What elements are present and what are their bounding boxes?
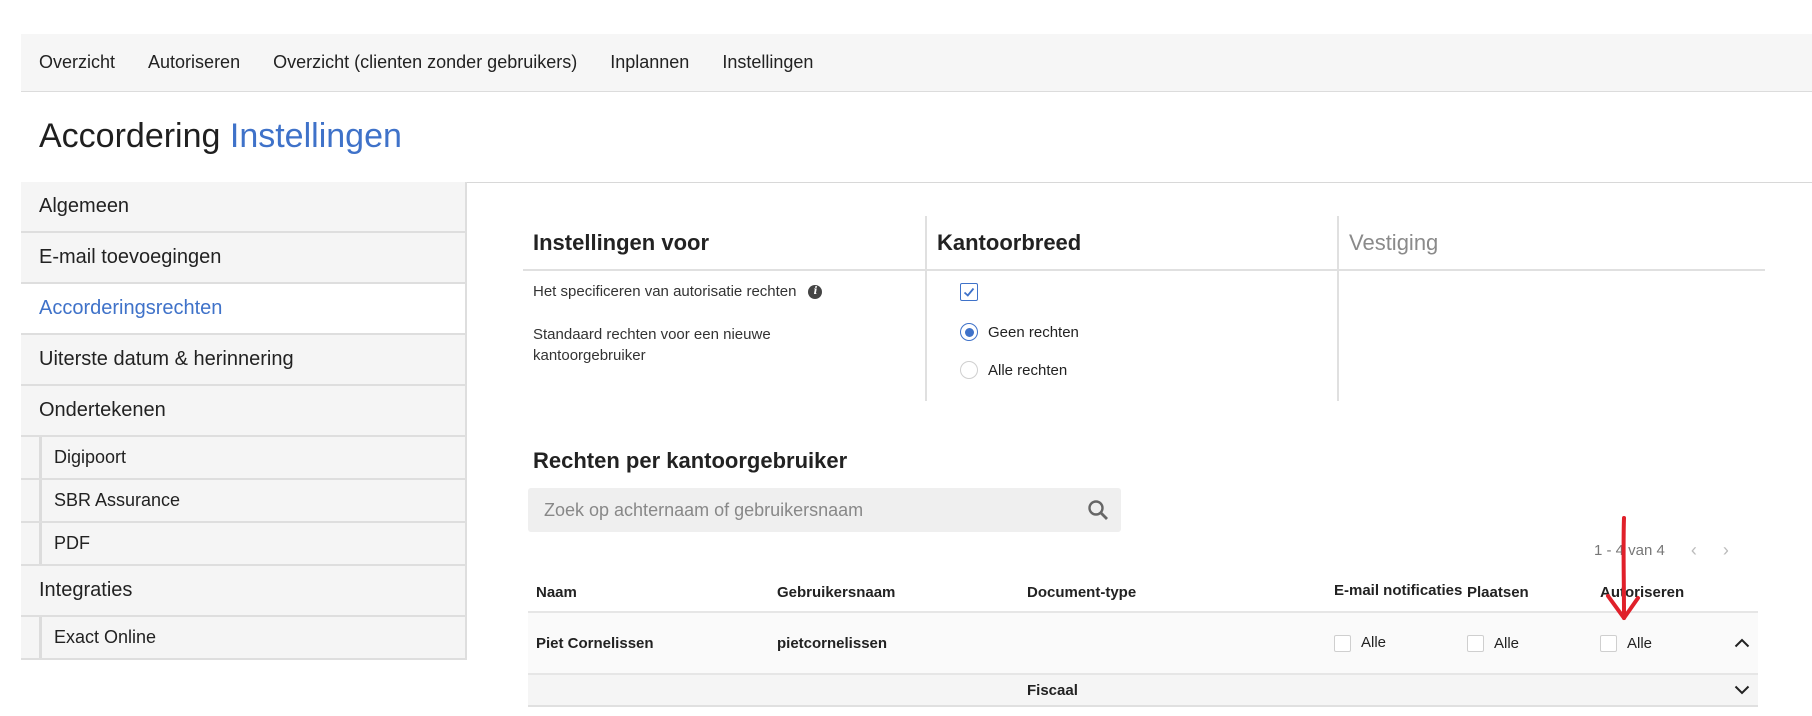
col-instellingen-voor: Instellingen voor [533,229,710,255]
chevron-right-icon[interactable]: › [1723,540,1729,561]
col-kantoorbreed[interactable]: Kantoorbreed [925,216,1337,269]
checkmark-icon [963,287,975,297]
sidebar-item-algemeen[interactable]: Algemeen [21,182,467,233]
col-vestiging[interactable]: Vestiging [1337,216,1765,269]
radio-alle-rechten[interactable]: Alle rechten [960,361,1337,379]
chevron-down-icon[interactable] [1725,685,1758,695]
page-title-accent: Instellingen [229,117,402,155]
sidebar-subitem-sbr-assurance[interactable]: SBR Assurance [21,480,467,523]
top-navigation: Overzicht Autoriseren Overzicht (cliente… [21,34,1812,92]
specificeren-checkbox[interactable] [960,283,978,301]
plaatsen-alle-label: Alle [1494,634,1520,652]
rights-section-title: Rechten per kantoorgebruiker [533,448,848,473]
settings-table-body: Het specificeren van autorisatie rechten… [523,271,1765,401]
main-content: Instellingen voor Kantoorbreed Vestiging… [467,182,1812,716]
header-gebruikersnaam[interactable]: Gebruikersnaam [777,584,1027,601]
autoriseren-alle-checkbox[interactable]: Alle [1600,634,1725,652]
search-box [528,488,1121,532]
radio-geen-rechten[interactable]: Geen rechten [960,323,1337,341]
sidebar-subitem-digipoort[interactable]: Digipoort [21,437,467,480]
sidebar-subitem-exact-online[interactable]: Exact Online [21,617,467,660]
page-title: Accordering Instellingen [39,117,402,156]
search-input[interactable] [544,499,1064,521]
row-name: Piet Cornelissen [536,634,654,652]
radio-geen-rechten-label: Geen rechten [988,323,1079,341]
sidebar-item-integraties[interactable]: Integraties [21,566,467,617]
email-alle-checkbox[interactable]: Alle [1334,633,1467,653]
autoriseren-alle-label: Alle [1627,634,1653,652]
radio-unselected-icon[interactable] [960,361,978,379]
chevron-left-icon[interactable]: ‹ [1691,540,1697,561]
specificeren-label: Het specificeren van autorisatie rechten [533,283,797,300]
standaard-rechten-label: Standaard rechten voor een nieuwe kantoo… [533,326,771,364]
plaatsen-alle-checkbox[interactable]: Alle [1467,634,1600,652]
header-naam[interactable]: Naam [528,584,777,601]
nav-autoriseren[interactable]: Autoriseren [148,52,240,73]
settings-branch-values [1337,271,1765,401]
row-username: pietcornelissen [777,634,888,652]
sidebar-item-accorderingsrechten[interactable]: Accorderingsrechten [21,284,467,335]
table-subrow[interactable]: Fiscaal [528,675,1758,707]
info-icon[interactable]: i [808,284,823,299]
settings-table: Instellingen voor Kantoorbreed Vestiging… [523,216,1765,401]
sidebar-item-ondertekenen[interactable]: Ondertekenen [21,386,467,437]
header-document-type: Document-type [1027,584,1137,601]
subrow-doctype: Fiscaal [1027,681,1078,699]
nav-inplannen[interactable]: Inplannen [610,52,689,73]
sidebar-subitem-pdf[interactable]: PDF [21,523,467,566]
nav-overzicht-clienten[interactable]: Overzicht (clienten zonder gebruikers) [273,52,577,73]
settings-sidebar: Algemeen E-mail toevoegingen Accordering… [21,182,467,660]
rights-table: Naam Gebruikersnaam Document-type E-mail… [528,562,1758,707]
nav-overzicht[interactable]: Overzicht [39,52,115,73]
chevron-up-icon[interactable] [1725,638,1758,648]
radio-alle-rechten-label: Alle rechten [988,361,1068,379]
rights-table-header: Naam Gebruikersnaam Document-type E-mail… [528,562,1758,613]
search-icon[interactable] [1087,499,1109,526]
header-email-notificaties: E-mail notificaties [1334,582,1463,599]
row-specificeren: Het specificeren van autorisatie rechten… [533,283,925,300]
annotation-arrow-icon [1606,516,1640,620]
settings-table-header: Instellingen voor Kantoorbreed Vestiging [523,216,1765,271]
page-title-prefix: Accordering [39,117,221,155]
header-plaatsen: Plaatsen [1467,584,1529,601]
table-row[interactable]: Piet Cornelissen pietcornelissen Alle Al… [528,613,1758,675]
sidebar-item-uiterste-datum[interactable]: Uiterste datum & herinnering [21,335,467,386]
sidebar-item-email-toevoegingen[interactable]: E-mail toevoegingen [21,233,467,284]
checkbox-icon[interactable] [1334,634,1351,652]
settings-labels: Het specificeren van autorisatie rechten… [523,271,925,401]
checkbox-icon[interactable] [1467,634,1484,652]
radio-selected-icon[interactable] [960,323,978,341]
settings-office-values: Geen rechten Alle rechten [925,271,1337,401]
checkbox-icon[interactable] [1600,634,1617,652]
email-alle-label: Alle [1361,634,1387,651]
nav-instellingen[interactable]: Instellingen [722,52,813,73]
